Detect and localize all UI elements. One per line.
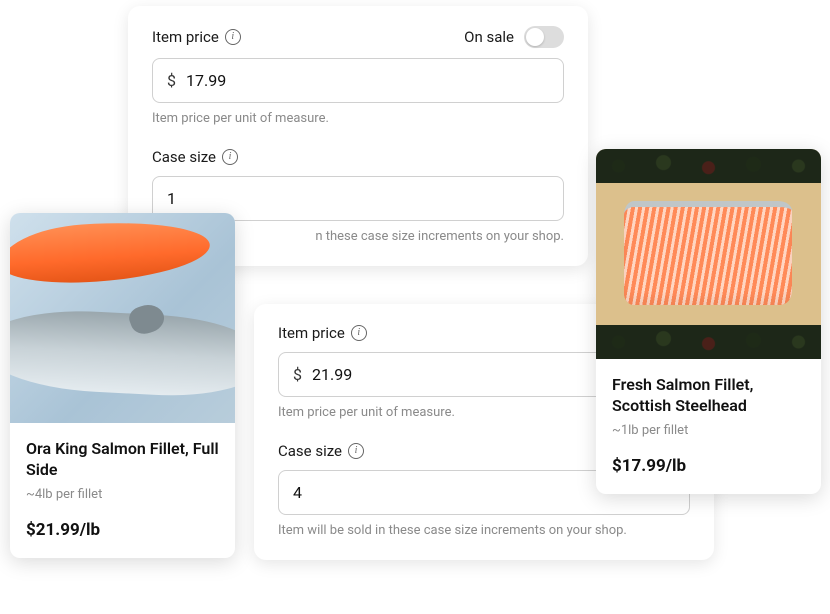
item-price-field: Item price i On sale $ 17.99 Item price … — [152, 26, 564, 126]
case-size-helper: Item will be sold in these case size inc… — [278, 523, 690, 538]
product-title: Ora King Salmon Fillet, Full Side — [26, 439, 219, 481]
item-price-value: 21.99 — [312, 365, 352, 384]
currency-symbol: $ — [167, 71, 176, 90]
on-sale-label: On sale — [464, 28, 514, 46]
info-icon[interactable]: i — [225, 29, 241, 45]
product-subtitle: ~1lb per fillet — [612, 423, 805, 438]
info-icon[interactable]: i — [348, 443, 364, 459]
product-image — [10, 213, 235, 423]
case-size-label: Case size — [152, 148, 216, 166]
item-price-label: Item price — [152, 28, 219, 46]
currency-symbol: $ — [293, 365, 302, 384]
info-icon[interactable]: i — [351, 325, 367, 341]
product-card-steelhead[interactable]: Fresh Salmon Fillet, Scottish Steelhead … — [596, 149, 821, 494]
product-title: Fresh Salmon Fillet, Scottish Steelhead — [612, 375, 805, 417]
case-size-value: 1 — [167, 189, 176, 208]
item-price-helper: Item price per unit of measure. — [152, 111, 564, 126]
product-price: $17.99/lb — [612, 456, 805, 476]
product-image — [596, 149, 821, 359]
product-card-ora-king[interactable]: Ora King Salmon Fillet, Full Side ~4lb p… — [10, 213, 235, 558]
case-size-label: Case size — [278, 442, 342, 460]
case-size-value: 4 — [293, 483, 302, 502]
info-icon[interactable]: i — [222, 149, 238, 165]
product-price: $21.99/lb — [26, 520, 219, 540]
on-sale-toggle[interactable] — [524, 26, 564, 48]
item-price-value: 17.99 — [186, 71, 226, 90]
product-subtitle: ~4lb per fillet — [26, 487, 219, 502]
item-price-input[interactable]: $ 17.99 — [152, 58, 564, 103]
item-price-label: Item price — [278, 324, 345, 342]
